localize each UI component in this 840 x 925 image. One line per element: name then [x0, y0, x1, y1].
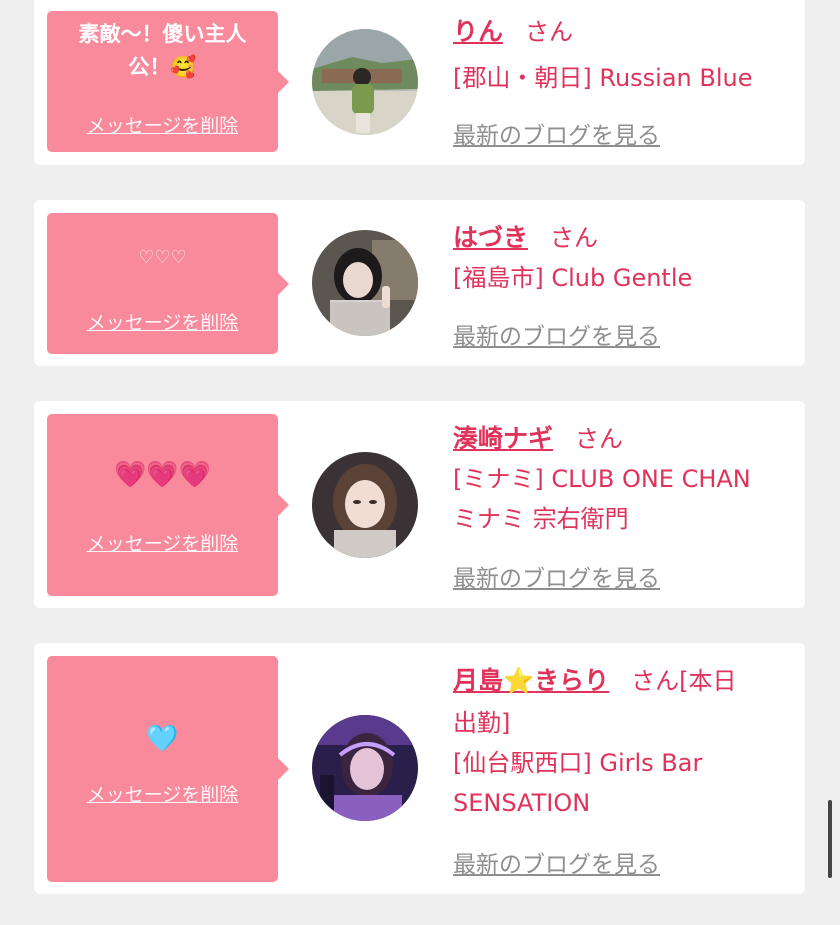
shop-name: [郡山・朝日] Russian Blue — [453, 58, 798, 98]
cast-name-line: 月島⭐きらり さん[本日 — [453, 661, 783, 697]
cast-name-line: りん さん — [453, 12, 798, 48]
growing-heart-icon: 💗💗💗 — [113, 460, 212, 490]
message-line: 素敵〜！傻い主人 — [78, 22, 247, 46]
status-line: 出勤] — [453, 709, 511, 737]
cast-name-link[interactable]: はづき — [453, 223, 528, 252]
cast-name-line: 湊崎ナギ さん — [453, 419, 798, 455]
delete-message-link[interactable]: メッセージを削除 — [47, 111, 278, 138]
message-text: 🩵 — [47, 723, 278, 756]
avatar[interactable] — [312, 715, 418, 821]
message-bubble: 素敵〜！傻い主人 公！🥰 メッセージを削除 — [47, 11, 289, 152]
honorific: さん[本日 — [631, 667, 737, 695]
cast-name-link[interactable]: 湊崎ナギ — [453, 424, 553, 453]
shop-line: SENSATION — [453, 789, 591, 817]
light-blue-heart-icon: 🩵 — [146, 724, 179, 754]
cast-name-link[interactable]: 月島⭐きらり — [453, 666, 609, 695]
delete-message-link[interactable]: メッセージを削除 — [47, 308, 278, 335]
message-card-4: 🩵 メッセージを削除 月島⭐きらり さん[本日 出勤] [仙台駅西口] Girls… — [34, 643, 805, 894]
honorific: さん — [575, 425, 624, 453]
cast-name-part: 月島 — [453, 666, 504, 695]
message-line-text: 公！ — [128, 55, 171, 79]
latest-blog-link[interactable]: 最新のブログを見る — [453, 317, 660, 351]
shop-name: [ミナミ] CLUB ONE CHAN ミナミ 宗右衛門 — [453, 459, 798, 539]
message-bubble: 🩵 メッセージを削除 — [47, 656, 289, 882]
honorific: さん — [525, 18, 574, 46]
message-text: ♡♡♡ — [47, 241, 278, 274]
shop-line: [福島市] Club Gentle — [453, 264, 693, 292]
cast-name-part: きらり — [534, 666, 610, 695]
avatar[interactable] — [312, 29, 418, 135]
star-icon: ⭐ — [503, 666, 535, 695]
latest-blog-link[interactable]: 最新のブログを見る — [453, 116, 660, 150]
cast-name-line: はづき さん — [453, 218, 798, 254]
message-card-3: 💗💗💗 メッセージを削除 湊崎ナギ さん [ミナミ] CLUB ONE CHAN … — [34, 401, 805, 608]
avatar[interactable] — [312, 452, 418, 558]
cast-name-link[interactable]: りん — [453, 17, 503, 46]
message-bubble: ♡♡♡ メッセージを削除 — [47, 213, 289, 354]
message-bubble: 💗💗💗 メッセージを削除 — [47, 414, 289, 596]
message-card-2: ♡♡♡ メッセージを削除 はづき さん [福島市] Club Gentle 最新の… — [34, 200, 805, 366]
message-text: 💗💗💗 — [47, 459, 278, 492]
message-line: 公！🥰 — [47, 51, 278, 84]
shop-name: 出勤] [仙台駅西口] Girls Bar SENSATION — [453, 703, 798, 823]
smiling-face-with-hearts-icon: 🥰 — [170, 55, 197, 79]
avatar[interactable] — [312, 230, 418, 336]
delete-message-link[interactable]: メッセージを削除 — [47, 529, 278, 556]
white-hearts-icon: ♡♡♡ — [138, 247, 187, 268]
shop-line: ミナミ 宗右衛門 — [453, 505, 629, 533]
latest-blog-link[interactable]: 最新のブログを見る — [453, 845, 660, 879]
shop-line: [ミナミ] CLUB ONE CHAN — [453, 465, 751, 493]
shop-line: [仙台駅西口] Girls Bar — [453, 749, 703, 777]
shop-line: [郡山・朝日] Russian Blue — [453, 64, 753, 92]
honorific: さん — [550, 224, 599, 252]
message-text: 素敵〜！傻い主人 公！🥰 — [47, 18, 278, 84]
message-card-1: 素敵〜！傻い主人 公！🥰 メッセージを削除 りん さん [郡山・朝日] Russi… — [34, 0, 805, 165]
scrollbar[interactable] — [828, 800, 832, 878]
shop-name: [福島市] Club Gentle — [453, 258, 798, 298]
delete-message-link[interactable]: メッセージを削除 — [47, 780, 278, 807]
latest-blog-link[interactable]: 最新のブログを見る — [453, 559, 660, 593]
